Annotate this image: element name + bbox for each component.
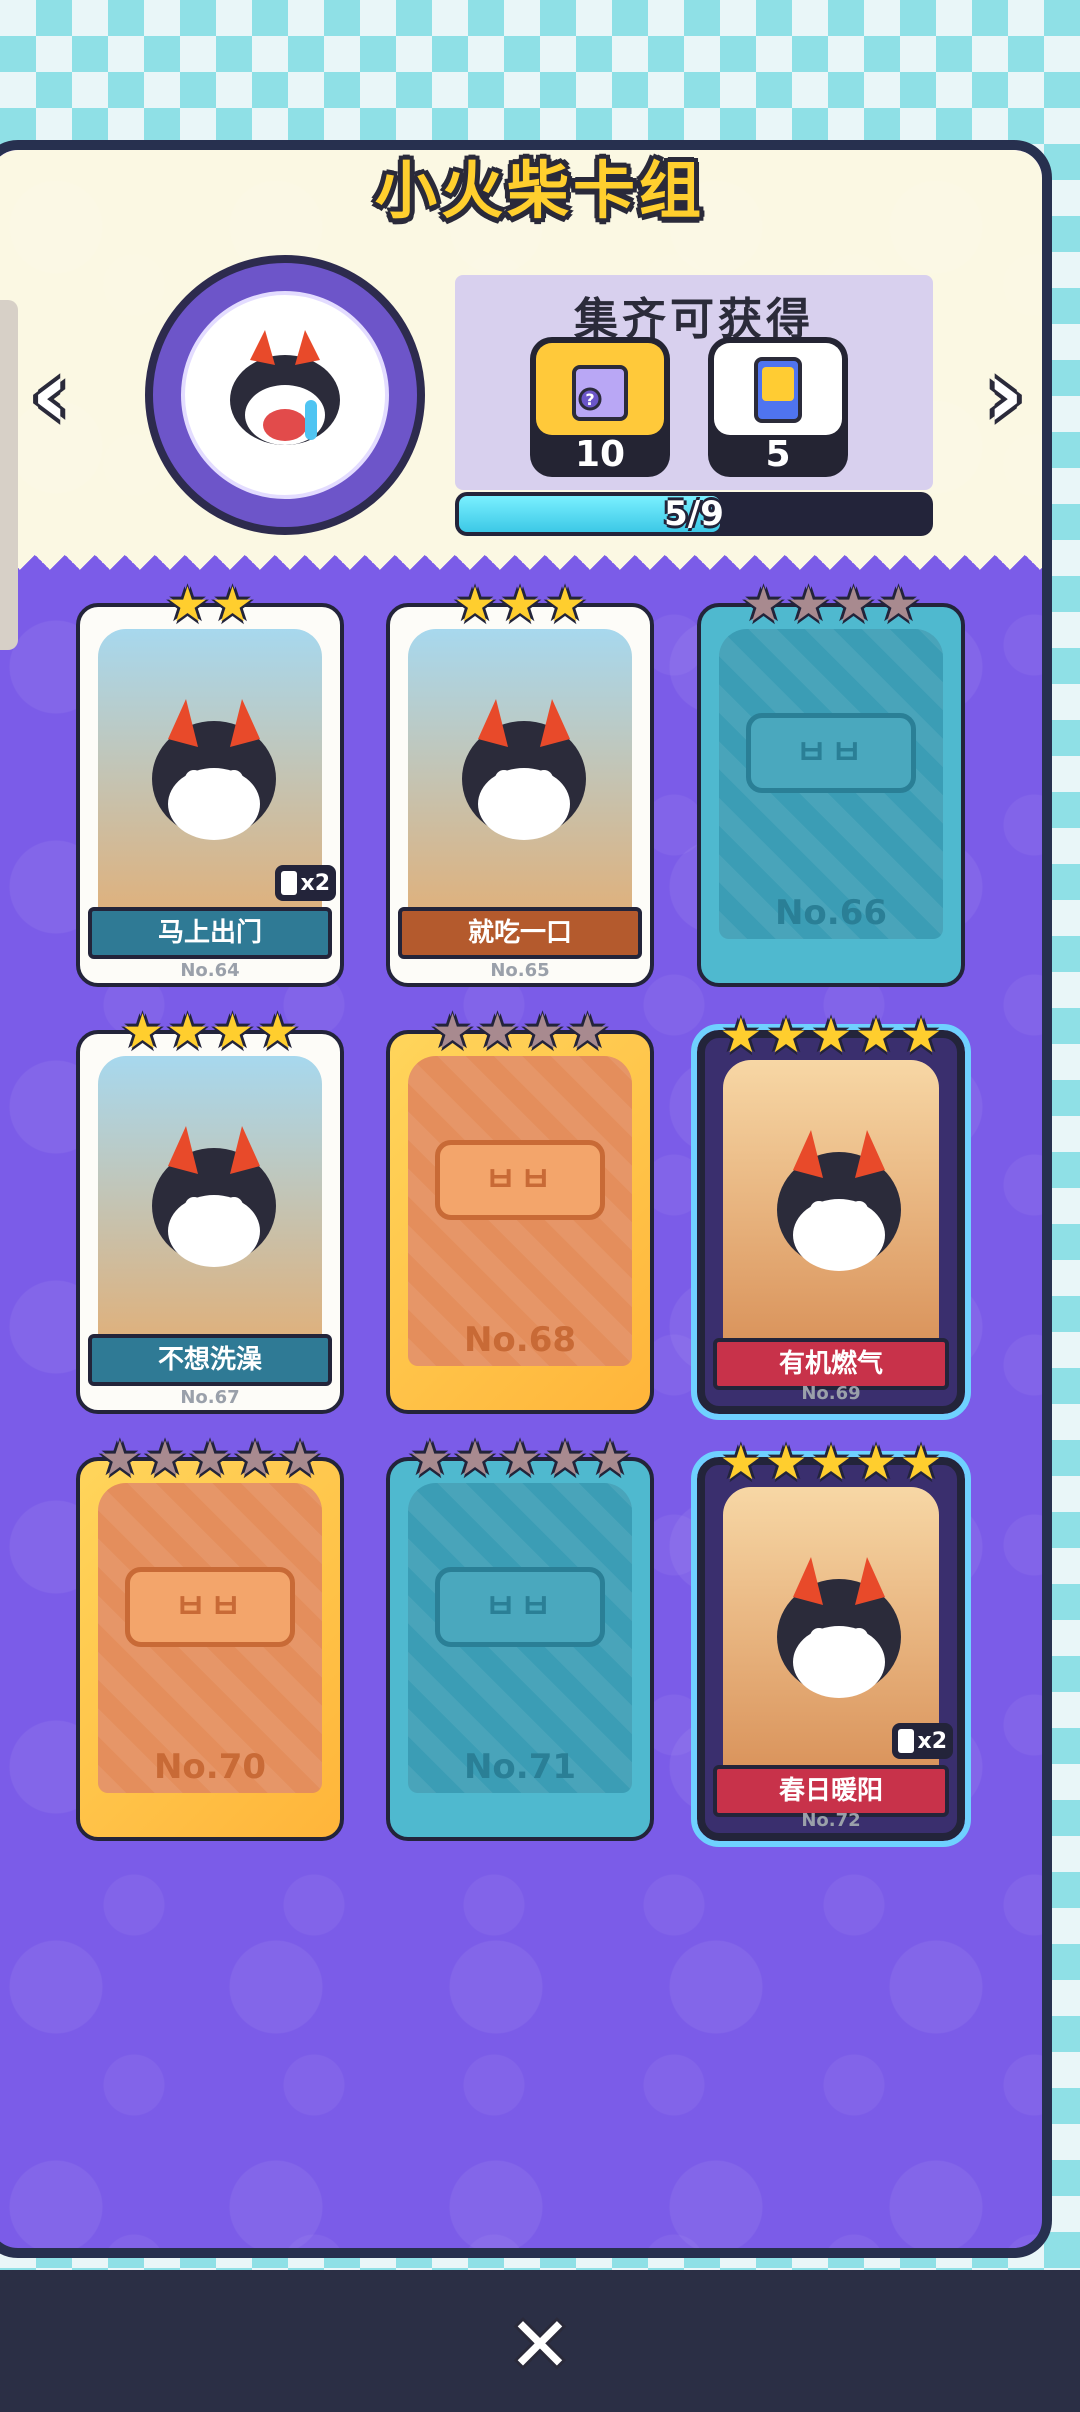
- star-icon: ★: [211, 577, 255, 633]
- star-icon: ★: [764, 1435, 808, 1491]
- card-stars: ★ ★ ★: [390, 581, 650, 629]
- card-number: No.72: [801, 1810, 861, 1831]
- reward-item-card-pack[interactable]: 5: [708, 337, 848, 477]
- mystery-box-icon: ?: [536, 343, 664, 435]
- card-number: No.70: [153, 1747, 267, 1787]
- star-icon: ★: [430, 1004, 474, 1060]
- star-icon: ★: [498, 1431, 542, 1487]
- card-number: No.67: [180, 1387, 240, 1408]
- star-icon: ★: [854, 1435, 898, 1491]
- game-logo-icon: ㅂㅂ: [746, 713, 916, 793]
- card-illustration: [723, 1060, 939, 1350]
- star-icon: ★: [741, 577, 785, 633]
- star-icon: ★: [809, 1008, 853, 1064]
- star-icon: ★: [764, 1008, 808, 1064]
- card-name: 就吃一口: [398, 907, 642, 959]
- reward-count: 10: [574, 434, 626, 475]
- card-name: 不想洗澡: [88, 1334, 332, 1386]
- game-logo-icon: ㅂㅂ: [125, 1567, 295, 1647]
- star-icon: ★: [588, 1431, 632, 1487]
- game-logo-icon: ㅂㅂ: [435, 1567, 605, 1647]
- star-icon: ★: [188, 1431, 232, 1487]
- star-icon: ★: [233, 1431, 277, 1487]
- card-number: No.71: [463, 1747, 577, 1787]
- star-icon: ★: [543, 577, 587, 633]
- star-icon: ★: [475, 1004, 519, 1060]
- collection-progress-bar: 5/9: [455, 492, 933, 536]
- card-name: 马上出门: [88, 907, 332, 959]
- card-stars: ★ ★ ★ ★ ★: [705, 1012, 957, 1060]
- card-no71[interactable]: ★ ★ ★ ★ ★ ㅂㅂ No.71: [386, 1435, 654, 1841]
- game-logo-icon: ㅂㅂ: [435, 1140, 605, 1220]
- star-icon: ★: [809, 1435, 853, 1491]
- card-number: No.66: [774, 893, 888, 933]
- star-icon: ★: [877, 577, 921, 633]
- close-icon[interactable]: ✕: [500, 2305, 580, 2385]
- card-no72[interactable]: ★ ★ ★ ★ ★ 春日暖阳 No.72 x2: [691, 1439, 971, 1847]
- chevron-right-icon[interactable]: ›: [965, 345, 1045, 445]
- star-icon: ★: [543, 1431, 587, 1487]
- star-icon: ★: [453, 577, 497, 633]
- svg-text:?: ?: [585, 390, 594, 409]
- duplicate-count: x2: [300, 870, 331, 896]
- star-icon: ★: [453, 1431, 497, 1487]
- reward-item-mystery-box[interactable]: ? 10: [530, 337, 670, 477]
- card-number: No.69: [801, 1383, 861, 1404]
- star-icon: ★: [408, 1431, 452, 1487]
- card-no69[interactable]: ★ ★ ★ ★ ★ 有机燃气 No.69: [691, 1012, 971, 1420]
- duplicate-badge: x2: [274, 865, 336, 901]
- star-icon: ★: [832, 577, 876, 633]
- duplicate-count: x2: [917, 1728, 948, 1754]
- card-stars: ★ ★: [80, 581, 340, 629]
- card-illustration: [98, 1056, 322, 1346]
- card-no65[interactable]: ★ ★ ★ 就吃一口 No.65: [386, 581, 654, 987]
- star-icon: ★: [566, 1004, 610, 1060]
- card-count-icon: [280, 871, 297, 895]
- progress-label: 5/9: [664, 494, 724, 534]
- fox-avatar-icon: [181, 291, 389, 499]
- card-stars: ★ ★ ★ ★ ★: [390, 1435, 650, 1483]
- star-icon: ★: [786, 577, 830, 633]
- star-icon: ★: [899, 1008, 943, 1064]
- star-icon: ★: [719, 1435, 763, 1491]
- card-illustration: [408, 629, 632, 919]
- card-stars: ★ ★ ★ ★: [390, 1008, 650, 1056]
- reward-heading: 集齐可获得: [574, 294, 814, 345]
- star-icon: ★: [98, 1431, 142, 1487]
- star-icon: ★: [256, 1004, 300, 1060]
- card-no70[interactable]: ★ ★ ★ ★ ★ ㅂㅂ No.70: [76, 1435, 344, 1841]
- duplicate-badge: x2: [891, 1723, 953, 1759]
- chevron-left-icon[interactable]: ‹: [10, 345, 90, 445]
- card-no64[interactable]: ★ ★ 马上出门 No.64 x2: [76, 581, 344, 987]
- star-icon: ★: [165, 577, 209, 633]
- reward-panel: 集齐可获得 ? 10 5: [455, 275, 933, 490]
- star-icon: ★: [143, 1431, 187, 1487]
- star-icon: ★: [854, 1008, 898, 1064]
- star-icon: ★: [120, 1004, 164, 1060]
- star-icon: ★: [498, 577, 542, 633]
- card-no67[interactable]: ★ ★ ★ ★ 不想洗澡 No.67: [76, 1008, 344, 1414]
- page-title: 小火柴卡组: [374, 154, 705, 227]
- reward-count: 5: [765, 434, 791, 475]
- star-icon: ★: [165, 1004, 209, 1060]
- card-stars: ★ ★ ★ ★: [80, 1008, 340, 1056]
- card-count-icon: [897, 1729, 914, 1753]
- star-icon: ★: [211, 1004, 255, 1060]
- set-avatar: [145, 255, 425, 535]
- star-icon: ★: [521, 1004, 565, 1060]
- card-number: No.65: [490, 960, 550, 981]
- card-pack-icon: [714, 343, 842, 435]
- card-number: No.64: [180, 960, 240, 981]
- card-stars: ★ ★ ★ ★ ★: [705, 1439, 957, 1487]
- card-no68[interactable]: ★ ★ ★ ★ ㅂㅂ No.68: [386, 1008, 654, 1414]
- star-icon: ★: [899, 1435, 943, 1491]
- card-number: No.68: [463, 1320, 577, 1360]
- card-no66[interactable]: ★ ★ ★ ★ ㅂㅂ No.66: [697, 581, 965, 987]
- card-stars: ★ ★ ★ ★ ★: [80, 1435, 340, 1483]
- zigzag-divider: [0, 540, 1042, 570]
- card-stars: ★ ★ ★ ★: [701, 581, 961, 629]
- star-icon: ★: [278, 1431, 322, 1487]
- star-icon: ★: [719, 1008, 763, 1064]
